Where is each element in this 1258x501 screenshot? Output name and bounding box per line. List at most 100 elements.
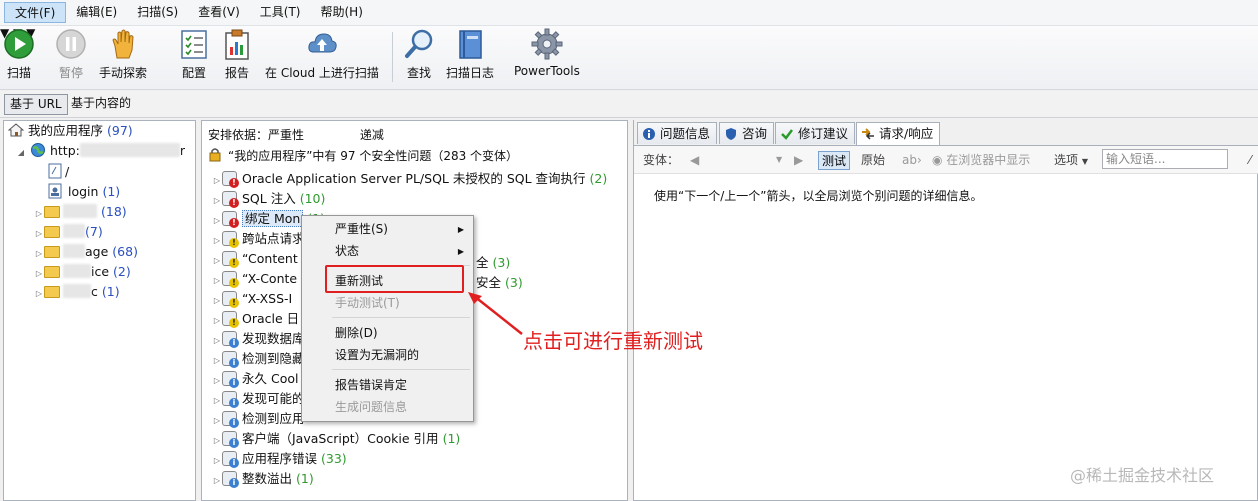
url-based-tab[interactable]: 基于 URL — [4, 94, 68, 115]
next-variant-icon[interactable]: ▶ — [794, 151, 803, 170]
tree-item[interactable]: ▷ c (1) — [34, 282, 120, 302]
issue-row[interactable]: ▷! Oracle Application Server PL/SQL 未授权的 … — [212, 169, 607, 189]
expand-icon[interactable]: ▷ — [212, 311, 222, 331]
issue-row[interactable]: ▷! “X-XSS-I — [212, 289, 292, 309]
tree-item-count: (18) — [100, 204, 127, 219]
menu-scan[interactable]: 扫描(S) — [127, 2, 188, 23]
original-button[interactable]: 原始 — [861, 151, 885, 170]
menu-delete[interactable]: 删除(D) — [303, 323, 472, 344]
expand-icon[interactable]: ▷ — [212, 191, 222, 211]
expand-icon[interactable]: ▷ — [212, 391, 222, 411]
issue-row[interactable]: ▷! SQL 注入 (10) — [212, 189, 325, 209]
tree-root[interactable]: 我的应用程序 (97) — [7, 121, 133, 141]
manual-explore-button[interactable]: 手动探索 — [99, 28, 147, 81]
expand-icon[interactable]: ▷ — [212, 431, 222, 451]
menu-status[interactable]: 状态 ▶ — [303, 241, 472, 262]
config-label: 配置 — [181, 66, 206, 80]
browser-button[interactable]: ◉ 在浏览器中显示 — [932, 151, 1030, 170]
submenu-arrow-icon: ▶ — [457, 225, 464, 234]
menu-edit[interactable]: 编辑(E) — [66, 2, 127, 23]
config-button[interactable]: 配置 — [178, 28, 210, 81]
home-icon — [7, 123, 25, 138]
variant-dropdown-icon[interactable]: ▼ — [776, 151, 782, 170]
expand-icon[interactable]: ▷ — [212, 411, 222, 431]
menu-tools[interactable]: 工具(T) — [250, 2, 311, 23]
tree-item[interactable]: login (1) — [48, 182, 120, 202]
menu-help[interactable]: 帮助(H) — [311, 2, 373, 23]
tab-request-response[interactable]: 请求/响应 — [856, 122, 941, 145]
tab-fix-recommendation[interactable]: 修订建议 — [775, 122, 856, 144]
issue-row[interactable]: ▷ i 检测到隐藏 — [212, 349, 305, 369]
report-button[interactable]: 报告 — [221, 28, 253, 81]
scan-button[interactable]: 扫描 — [3, 28, 35, 81]
find-label: 查找 — [406, 66, 431, 80]
find-button[interactable]: 查找 — [403, 28, 435, 81]
sort-by-label[interactable]: 安排依据：严重性 — [208, 128, 304, 142]
menu-severity[interactable]: 严重性(S) ▶ — [303, 219, 472, 240]
menu-generate-issue-info[interactable]: 生成问题信息 — [303, 397, 472, 418]
issue-count: (1) — [442, 431, 461, 446]
scan-log-label: 扫描日志 — [446, 66, 495, 80]
menu-set-not-vulnerable[interactable]: 设置为无漏洞的 — [303, 345, 472, 366]
expand-icon[interactable]: ▷ — [34, 244, 44, 264]
issue-row[interactable]: ▷! “Content — [212, 249, 298, 269]
tree-item-count: (68) — [112, 244, 138, 259]
powertools-button[interactable]: PowerTools — [514, 28, 580, 78]
issue-row[interactable]: ▷ i 整数溢出 (1) — [212, 469, 314, 489]
issue-row[interactable]: ▷ i 检测到应用 — [212, 409, 305, 429]
tab-advisory[interactable]: 咨询 — [719, 122, 775, 144]
expand-icon[interactable]: ▷ — [212, 171, 222, 191]
expand-icon[interactable]: ▷ — [212, 331, 222, 351]
expand-icon[interactable]: ▷ — [212, 211, 222, 231]
expand-icon[interactable]: ▷ — [212, 291, 222, 311]
issue-row[interactable]: ▷ i 永久 Cool — [212, 369, 298, 389]
expand-icon[interactable]: ▷ — [212, 471, 222, 491]
cloud-scan-label: 在 Cloud 上进行扫描 — [265, 66, 379, 80]
issue-row[interactable]: ▷! Oracle 日 — [212, 309, 299, 329]
tree-item[interactable]: ▷ (18) — [34, 202, 127, 222]
issue-row[interactable]: ▷! “X-Conte — [212, 269, 297, 289]
issue-row[interactable]: ▷ i 发现可能的 — [212, 389, 305, 409]
tree-host[interactable]: ◢ http: r — [16, 141, 185, 161]
page-icon — [48, 163, 65, 179]
tree-item[interactable]: ▷ (7) — [34, 222, 103, 242]
tree-host-label: http: — [49, 143, 80, 158]
scan-log-button[interactable]: 扫描日志 — [446, 28, 494, 81]
tree-item[interactable]: ▷ ice (2) — [34, 262, 131, 282]
tool-icon[interactable]: ⁄ — [1249, 151, 1251, 170]
expand-icon[interactable]: ▷ — [34, 204, 44, 224]
prev-variant-icon[interactable]: ◀ — [690, 151, 699, 170]
expand-icon[interactable]: ▷ — [34, 264, 44, 284]
issue-label: 检测到隐藏 — [242, 351, 305, 366]
sort-order-label[interactable]: 递减 — [360, 128, 384, 142]
expand-icon[interactable]: ▷ — [34, 284, 44, 304]
menu-file[interactable]: 文件(F) — [4, 2, 67, 23]
content-based-tab[interactable]: 基于内容的 — [66, 94, 136, 115]
options-button[interactable]: 选项 ▼ — [1054, 151, 1088, 170]
issue-row[interactable]: ▷ i 客户端（JavaScript）Cookie 引用 (1) — [212, 429, 460, 449]
menu-view[interactable]: 查看(V) — [188, 2, 250, 23]
issue-row[interactable]: ▷ i 发现数据库 — [212, 329, 305, 349]
expand-icon[interactable]: ▷ — [212, 251, 222, 271]
redacted-text — [79, 143, 180, 157]
expand-icon[interactable]: ▷ — [212, 351, 222, 371]
browser-icon: ◉ — [932, 153, 947, 167]
expand-icon[interactable]: ▷ — [212, 371, 222, 391]
menu-manual-test[interactable]: 手动测试(T) — [303, 293, 472, 314]
issue-row[interactable]: ▷ i 应用程序错误 (33) — [212, 449, 347, 469]
expand-icon[interactable]: ▷ — [212, 271, 222, 291]
issue-row[interactable]: ▷! 跨站点请求 — [212, 229, 305, 249]
expand-icon[interactable]: ▷ — [212, 231, 222, 251]
abc-icon[interactable]: ab› — [902, 151, 922, 170]
tree-item[interactable]: ▷ age (68) — [34, 242, 138, 262]
pause-button[interactable]: 暂停 — [55, 28, 87, 81]
test-button[interactable]: 测试 — [818, 151, 851, 170]
tab-issue-info[interactable]: 问题信息 — [637, 122, 718, 144]
expand-icon[interactable]: ▷ — [212, 451, 222, 471]
tree-item[interactable]: / — [48, 162, 69, 182]
menu-report-false-positive[interactable]: 报告错误肯定 — [303, 375, 472, 396]
phrase-input[interactable]: 输入短语... — [1102, 149, 1228, 169]
collapse-icon[interactable]: ◢ — [16, 143, 26, 163]
cloud-scan-button[interactable]: 在 Cloud 上进行扫描 — [265, 28, 379, 81]
expand-icon[interactable]: ▷ — [34, 224, 44, 244]
